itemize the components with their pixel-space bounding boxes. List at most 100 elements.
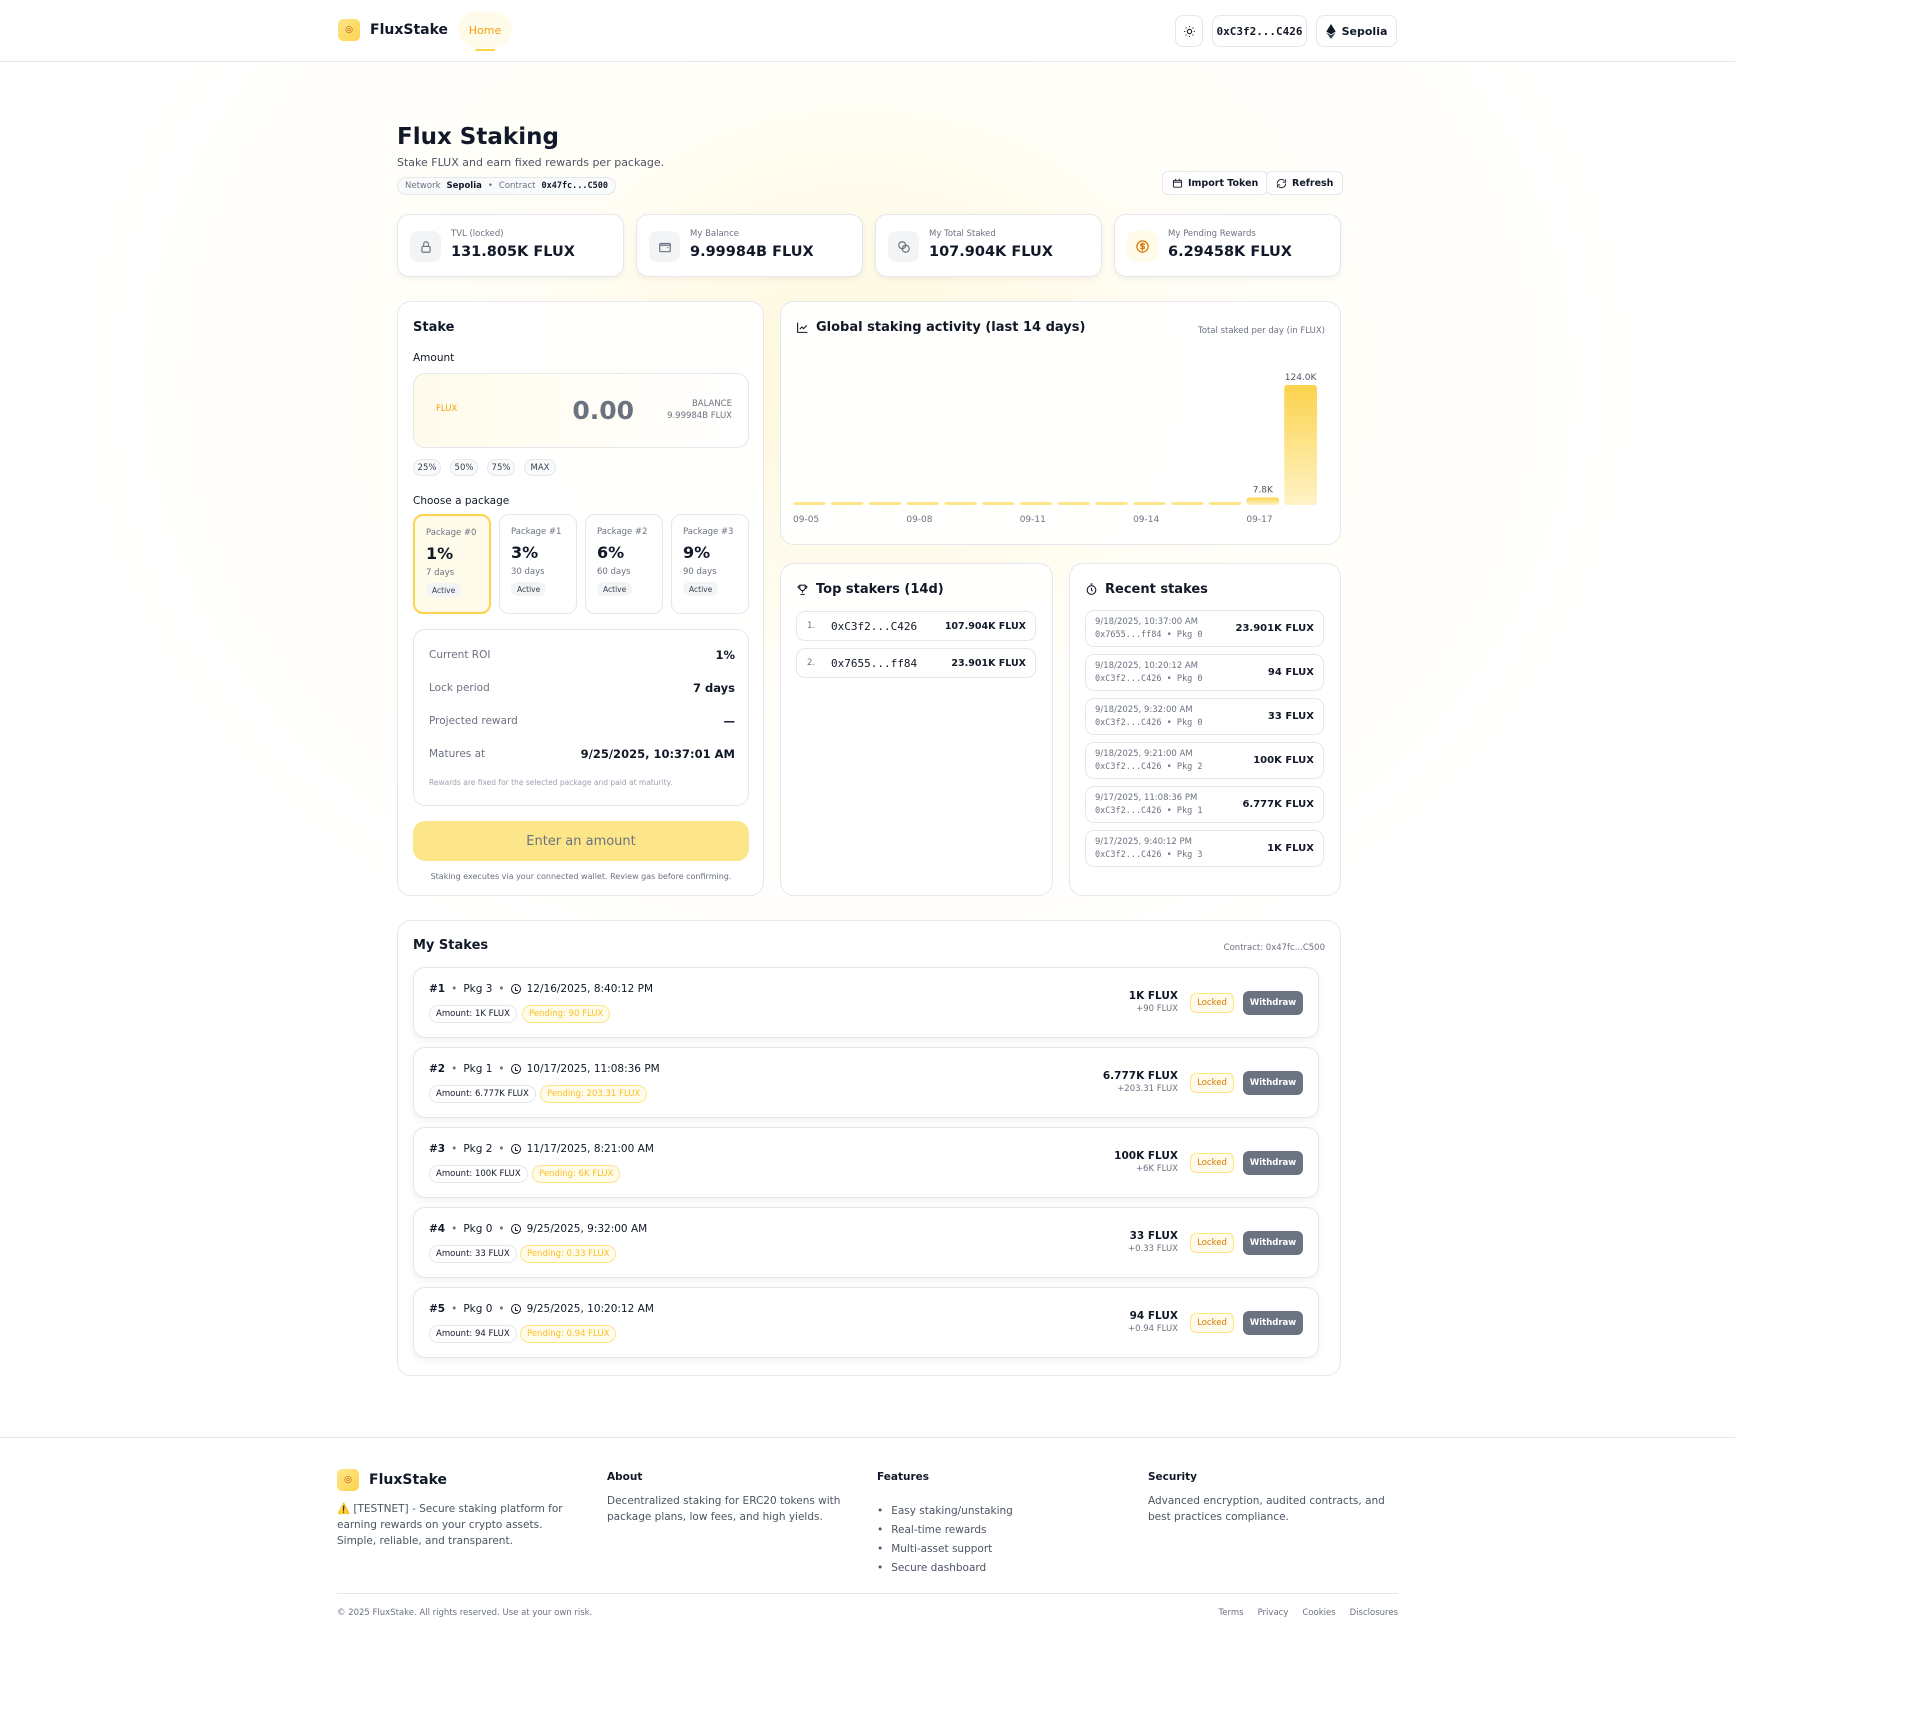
withdraw-button[interactable]: Withdraw: [1243, 991, 1303, 1015]
withdraw-button[interactable]: Withdraw: [1243, 1151, 1303, 1175]
my-stake-row: #3 • Pkg 2 • 11/17/2025, 8:21:00 AM Amount…: [413, 1127, 1319, 1198]
activity-subtitle: Total staked per day (in FLUX): [1198, 326, 1325, 336]
summary-reward: Projected reward —: [429, 711, 735, 731]
summary-value: 1%: [715, 648, 735, 662]
clock-icon: [510, 1064, 521, 1074]
footer-link-terms[interactable]: Terms: [1219, 1608, 1244, 1618]
flux-logo-icon: ◎: [337, 1469, 359, 1491]
package-card-0[interactable]: Package #0 1% 7 days Active: [413, 514, 491, 614]
wallet-address-button[interactable]: 0xC3f2...C426: [1212, 15, 1307, 47]
recent-time: 9/17/2025, 11:08:36 PM: [1095, 793, 1198, 803]
chart-bar-09-06: [830, 502, 864, 505]
footer-about-title: About: [607, 1471, 643, 1483]
nav-home[interactable]: Home: [458, 12, 512, 51]
package-days: 30 days: [511, 567, 545, 577]
staker-rank: 2.: [807, 658, 816, 668]
flux-logo-icon: ◎: [338, 19, 360, 41]
withdraw-button[interactable]: Withdraw: [1243, 1311, 1303, 1335]
brand-logo[interactable]: ◎ FluxStake: [338, 19, 448, 41]
stake-maturity-date: 10/17/2025, 11:08:36 PM: [526, 1063, 660, 1075]
stake-title: Stake: [413, 320, 455, 335]
footer-link-cookies[interactable]: Cookies: [1302, 1608, 1335, 1618]
chart-tick-label: 09-05: [793, 515, 819, 525]
recent-meta: 0xC3f2...C426 • Pkg 3: [1095, 850, 1203, 860]
amount-input[interactable]: [524, 390, 634, 430]
footer-brand: FluxStake: [369, 1472, 448, 1488]
top-staker-row[interactable]: 1. 0xC3f2...C426 107.904K FLUX: [796, 611, 1036, 641]
package-name: Package #3: [683, 527, 734, 537]
pct-50-button[interactable]: 50%: [450, 459, 478, 476]
stake-amount: 94 FLUX: [1129, 1310, 1178, 1322]
footer-copyright: © 2025 FluxStake. All rights reserved. U…: [337, 1608, 593, 1618]
recent-time: 9/18/2025, 10:20:12 AM: [1095, 661, 1199, 671]
summary-label: Current ROI: [429, 649, 491, 661]
package-card-2[interactable]: Package #2 6% 60 days Active: [585, 514, 663, 614]
stat-card-tvl: TVL (locked) 131.805K FLUX: [397, 214, 624, 277]
package-rate: 9%: [683, 543, 711, 562]
stake-amount-pill: Amount: 1K FLUX: [429, 1005, 517, 1023]
footer-link-disclosures[interactable]: Disclosures: [1350, 1608, 1398, 1618]
chip-network-value: Sepolia: [446, 181, 482, 191]
footer-logo[interactable]: ◎ FluxStake: [337, 1469, 447, 1491]
recent-stake-row[interactable]: 9/18/2025, 9:21:00 AM 0xC3f2...C426 • Pk…: [1085, 742, 1324, 779]
stake-maturity-date: 11/17/2025, 8:21:00 AM: [526, 1143, 654, 1155]
brand-name: FluxStake: [370, 22, 449, 38]
amount-box: FLUX BALANCE 9.99984B FLUX: [413, 373, 749, 448]
package-card-1[interactable]: Package #1 3% 30 days Active: [499, 514, 577, 614]
pct-75-button[interactable]: 75%: [487, 459, 515, 476]
stake-pending-pill: Pending: 0.33 FLUX: [520, 1245, 617, 1263]
pct-25-button[interactable]: 25%: [413, 459, 441, 476]
top-staker-row[interactable]: 2. 0x7655...ff84 23.901K FLUX: [796, 648, 1036, 678]
stake-id: #2: [429, 1063, 446, 1075]
chip-contract-label: Contract: [498, 181, 536, 191]
chart-bar-09-09: [944, 502, 977, 505]
stake-id: #1: [429, 983, 446, 995]
stake-maturity-date: 12/16/2025, 8:40:12 PM: [526, 983, 654, 995]
refresh-button[interactable]: Refresh: [1266, 171, 1344, 195]
recent-stake-row[interactable]: 9/18/2025, 10:37:00 AM 0x7655...ff84 • P…: [1085, 610, 1324, 647]
recent-stake-row[interactable]: 9/18/2025, 9:32:00 AM 0xC3f2...C426 • Pk…: [1085, 698, 1324, 735]
feature-item: Multi-asset support: [877, 1539, 1013, 1558]
withdraw-button[interactable]: Withdraw: [1243, 1071, 1303, 1095]
balance-label: BALANCE: [691, 399, 732, 409]
stopwatch-icon: [1086, 583, 1097, 595]
chart-bar-09-13: [1095, 502, 1129, 505]
network-button[interactable]: Sepolia: [1316, 15, 1397, 47]
stake-pending-pill: Pending: 90 FLUX: [522, 1005, 611, 1023]
activity-bar-chart: 7.8K 124.0K 09-05 09-08 09-11 09-14 09-17: [793, 373, 1318, 525]
footer-divider: [337, 1593, 1398, 1594]
stake-package: Pkg 0: [463, 1303, 493, 1315]
stake-package: Pkg 3: [463, 983, 493, 995]
import-token-button[interactable]: Import Token: [1162, 171, 1269, 195]
recent-stake-row[interactable]: 9/17/2025, 9:40:12 PM 0xC3f2...C426 • Pk…: [1085, 830, 1324, 867]
recent-time: 9/17/2025, 9:40:12 PM: [1095, 837, 1192, 847]
wallet-icon: [649, 231, 680, 262]
stake-submit-button[interactable]: Enter an amount: [413, 821, 749, 861]
chart-bar-09-15: [1170, 502, 1204, 505]
stake-reward: +203.31 FLUX: [1117, 1084, 1178, 1094]
stake-reward: +90 FLUX: [1136, 1004, 1178, 1014]
theme-toggle-button[interactable]: [1175, 15, 1203, 47]
stake-pending-pill: Pending: 6K FLUX: [532, 1165, 621, 1183]
summary-value: 7 days: [693, 681, 735, 695]
stake-reward: +0.94 FLUX: [1128, 1324, 1178, 1334]
recent-stake-row[interactable]: 9/17/2025, 11:08:36 PM 0xC3f2...C426 • P…: [1085, 786, 1324, 823]
stake-header-line: #2 • Pkg 1 • 10/17/2025, 11:08:36 PM: [429, 1063, 660, 1075]
footer-link-privacy[interactable]: Privacy: [1258, 1608, 1289, 1618]
withdraw-button[interactable]: Withdraw: [1243, 1231, 1303, 1255]
feature-item: Easy staking/unstaking: [877, 1501, 1013, 1520]
stake-header-line: #4 • Pkg 0 • 9/25/2025, 9:32:00 AM: [429, 1223, 648, 1235]
network-name: Sepolia: [1341, 24, 1388, 38]
chart-bar-09-10: [981, 502, 1015, 505]
my-stake-row: #4 • Pkg 0 • 9/25/2025, 9:32:00 AM Amount:…: [413, 1207, 1319, 1278]
recent-stakes-title: Recent stakes: [1085, 582, 1208, 597]
summary-label: Projected reward: [429, 715, 518, 727]
recent-stake-row[interactable]: 9/18/2025, 10:20:12 AM 0xC3f2...C426 • P…: [1085, 654, 1324, 691]
chart-bar-09-18: [1284, 385, 1317, 505]
package-days: 7 days: [426, 568, 455, 578]
my-stake-row: #1 • Pkg 3 • 12/16/2025, 8:40:12 PM Amount…: [413, 967, 1319, 1038]
package-status: Active: [511, 582, 547, 596]
package-card-3[interactable]: Package #3 9% 90 days Active: [671, 514, 749, 614]
pct-max-button[interactable]: MAX: [524, 459, 556, 476]
stake-amount: 1K FLUX: [1128, 990, 1178, 1002]
